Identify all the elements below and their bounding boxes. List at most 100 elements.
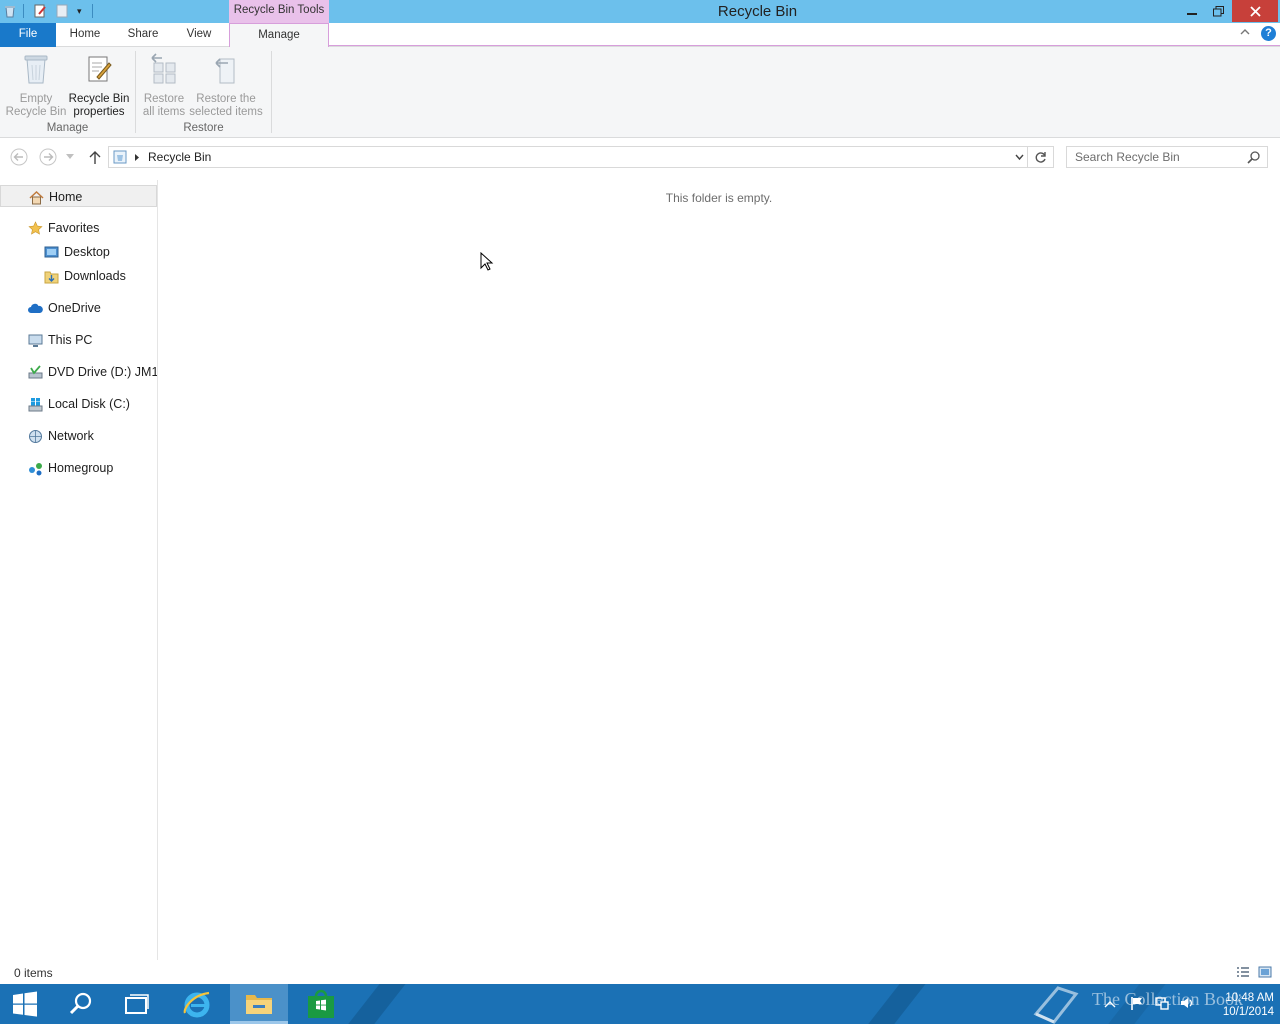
help-icon[interactable]: ?	[1261, 26, 1276, 41]
tab-manage[interactable]: Manage	[229, 23, 329, 48]
qat-customize-dropdown-icon[interactable]: ▾	[77, 4, 87, 18]
context-tab-underline	[329, 45, 1280, 46]
details-view-icon[interactable]	[1236, 966, 1250, 978]
large-icons-view-icon[interactable]	[1258, 966, 1272, 978]
address-history-dropdown-icon[interactable]	[1015, 154, 1024, 161]
task-view-button[interactable]	[108, 984, 166, 1024]
recycle-bin-properties-label-2: properties	[73, 106, 125, 118]
store-button[interactable]	[292, 984, 350, 1024]
search-icon[interactable]	[1247, 151, 1260, 164]
properties-icon	[88, 56, 112, 82]
title-bar: ▾ Recycle Bin Tools Recycle Bin	[0, 0, 1280, 23]
show-hidden-icons-icon[interactable]	[1104, 1000, 1118, 1014]
network-tray-icon[interactable]	[1155, 996, 1169, 1010]
nav-label-this-pc: This PC	[48, 333, 93, 347]
restore-selected-label-2: selected items	[189, 106, 263, 118]
nav-item-dvd-drive[interactable]: DVD Drive (D:) JM1_CCSA_X64FRE_EN-US_DV5	[0, 361, 157, 383]
recycle-bin-icon[interactable]	[3, 4, 17, 18]
restore-all-label-1: Restore	[143, 93, 185, 105]
search-input[interactable]	[1067, 147, 1237, 167]
recent-locations-button[interactable]	[63, 148, 77, 166]
forward-button[interactable]	[38, 148, 58, 166]
nav-item-downloads[interactable]: Downloads	[0, 265, 157, 287]
nav-item-onedrive[interactable]: OneDrive	[0, 297, 157, 319]
breadcrumb-recycle-bin[interactable]: Recycle Bin	[148, 150, 211, 164]
nav-item-local-disk[interactable]: Local Disk (C:)	[0, 393, 157, 415]
nav-label-onedrive: OneDrive	[48, 301, 101, 315]
properties-icon[interactable]	[33, 4, 47, 18]
up-button[interactable]	[85, 148, 105, 166]
local-disk-icon	[28, 398, 43, 412]
volume-icon[interactable]	[1180, 996, 1194, 1010]
network-icon	[29, 430, 42, 443]
close-icon	[1249, 5, 1261, 17]
restore-icon	[1212, 5, 1224, 16]
nav-item-favorites[interactable]: Favorites	[0, 217, 157, 239]
nav-item-desktop[interactable]: Desktop	[0, 241, 157, 263]
nav-item-this-pc[interactable]: This PC	[0, 329, 157, 351]
nav-label-favorites: Favorites	[48, 221, 100, 235]
close-button[interactable]	[1232, 0, 1278, 22]
internet-explorer-button[interactable]	[168, 984, 226, 1024]
ribbon-separator	[135, 51, 136, 133]
task-view-icon	[125, 994, 149, 1014]
chevron-down-icon	[66, 154, 74, 159]
start-button[interactable]	[0, 984, 50, 1024]
ribbon-tab-row: File Home Share View Manage ?	[0, 23, 1280, 48]
tab-file[interactable]: File	[0, 23, 56, 47]
breadcrumb-chevron-icon[interactable]	[134, 153, 140, 162]
restore-all-label-2: all items	[142, 106, 186, 118]
minimize-icon	[1187, 13, 1197, 15]
address-bar[interactable]: Recycle Bin	[108, 146, 1028, 168]
internet-explorer-icon	[183, 991, 210, 1018]
nav-item-home[interactable]: Home	[0, 185, 157, 207]
item-count: 0 items	[14, 966, 53, 980]
restore-button[interactable]	[1203, 0, 1233, 22]
nav-label-network: Network	[48, 429, 94, 443]
recycle-bin-properties-button[interactable]: Recycle Bin properties	[68, 51, 130, 119]
recycle-bin-small-icon	[113, 150, 127, 164]
nav-label-dvd-drive: DVD Drive (D:) JM1_CCSA_X64FRE_EN-US_DV5	[48, 365, 157, 379]
store-bag-icon	[308, 989, 334, 1018]
status-bar: 0 items	[0, 962, 1280, 984]
tab-view[interactable]: View	[174, 23, 224, 47]
context-tab-group-label: Recycle Bin Tools	[229, 0, 329, 23]
search-box[interactable]	[1066, 146, 1268, 168]
nav-item-homegroup[interactable]: Homegroup	[0, 457, 157, 479]
nav-label-local-disk: Local Disk (C:)	[48, 397, 130, 411]
action-center-flag-icon[interactable]	[1130, 996, 1144, 1010]
restore-selected-items-button[interactable]: Restore the selected items	[188, 51, 264, 119]
ribbon: Empty Recycle Bin Recycle Bin properties…	[0, 47, 1280, 138]
nav-label-homegroup: Homegroup	[48, 461, 114, 475]
empty-folder-message: This folder is empty.	[665, 191, 773, 205]
star-icon	[28, 221, 43, 235]
clock-time: 10:48 AM	[1225, 992, 1274, 1004]
taskbar-decoration	[852, 984, 934, 1024]
back-button[interactable]	[9, 148, 29, 166]
forward-arrow-icon	[39, 148, 57, 166]
empty-recycle-bin-button[interactable]: Empty Recycle Bin	[4, 51, 68, 119]
search-taskbar-button[interactable]	[52, 984, 110, 1024]
dvd-drive-icon	[28, 365, 43, 379]
file-explorer-button[interactable]	[230, 984, 288, 1024]
nav-item-network[interactable]: Network	[0, 425, 157, 447]
ribbon-group-restore-label: Restore	[183, 122, 224, 134]
desktop-icon	[44, 246, 59, 258]
clock[interactable]: 10:48 AM 10/1/2014	[1204, 991, 1274, 1019]
restore-all-items-button[interactable]: Restore all items	[138, 51, 190, 119]
refresh-button[interactable]	[1028, 146, 1054, 168]
search-icon	[69, 992, 92, 1015]
tab-home[interactable]: Home	[58, 23, 112, 47]
restore-selected-icon	[215, 58, 235, 84]
ribbon-separator	[271, 51, 272, 133]
empty-recycle-bin-label-1: Empty	[19, 93, 53, 105]
taskbar: The Collection Book 10:48 AM 10/1/2014	[0, 984, 1280, 1024]
tab-share[interactable]: Share	[116, 23, 170, 47]
book-logo-icon	[1033, 986, 1079, 1024]
new-folder-icon[interactable]	[55, 4, 69, 18]
mouse-cursor-icon	[480, 252, 494, 271]
empty-recycle-bin-icon	[24, 55, 48, 84]
empty-recycle-bin-label-2: Recycle Bin	[5, 106, 67, 118]
minimize-ribbon-icon[interactable]	[1240, 28, 1252, 40]
qat-separator	[23, 4, 24, 18]
